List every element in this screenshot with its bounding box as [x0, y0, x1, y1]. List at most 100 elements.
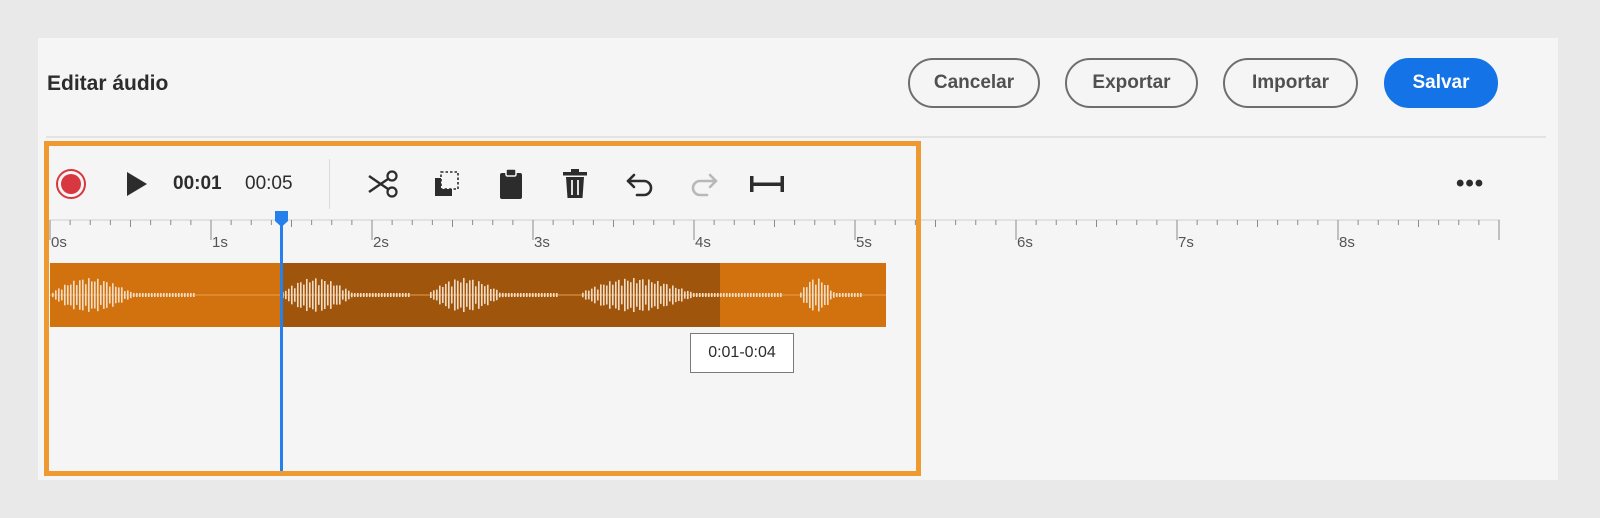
- waveform-bar: [387, 293, 389, 297]
- playhead-handle[interactable]: [275, 211, 288, 227]
- waveform-bar: [478, 281, 480, 309]
- tick-label: 0s: [51, 234, 67, 251]
- waveform-bar: [324, 281, 326, 309]
- waveform-bar: [64, 284, 66, 306]
- waveform-bar: [827, 285, 829, 305]
- waveform-bar: [466, 283, 468, 307]
- waveform-bar: [633, 277, 635, 313]
- waveform-bar: [315, 278, 317, 312]
- waveform-bar: [645, 285, 647, 305]
- cancel-button[interactable]: Cancelar: [908, 58, 1040, 108]
- record-icon: [56, 169, 86, 199]
- export-button[interactable]: Exportar: [1065, 58, 1198, 108]
- play-button[interactable]: [118, 166, 154, 202]
- waveform-bar: [753, 293, 755, 297]
- fit-width-button[interactable]: [749, 166, 785, 202]
- audio-track[interactable]: [50, 263, 886, 327]
- waveform-bar: [699, 293, 701, 297]
- waveform-bar: [148, 293, 150, 297]
- waveform-bar: [384, 293, 386, 297]
- playhead[interactable]: [280, 211, 283, 473]
- waveform-bar: [381, 293, 383, 297]
- waveform-bar: [830, 290, 832, 300]
- import-button[interactable]: Importar: [1223, 58, 1358, 108]
- current-time: 00:01: [173, 173, 222, 194]
- waveform-bar: [396, 293, 398, 297]
- waveform-bar: [73, 280, 75, 310]
- undo-button[interactable]: [622, 166, 658, 202]
- waveform-bar: [484, 286, 486, 304]
- waveform-bar: [172, 293, 174, 297]
- waveform-bar: [702, 293, 704, 297]
- waveform-bar: [738, 293, 740, 297]
- waveform-bar: [490, 289, 492, 301]
- waveform-bar: [639, 279, 641, 311]
- waveform-bar: [475, 286, 477, 304]
- waveform-bar: [765, 293, 767, 297]
- delete-icon: [563, 169, 587, 198]
- waveform-bar: [109, 286, 111, 304]
- waveform-bar: [88, 278, 90, 312]
- paste-button[interactable]: [493, 166, 529, 202]
- waveform-bar: [860, 293, 862, 297]
- waveform-bar: [91, 281, 93, 309]
- audio-editor-panel: Editar áudio Cancelar Exportar Importar …: [38, 38, 1558, 480]
- waveform-bar: [360, 293, 362, 297]
- redo-button[interactable]: [686, 166, 722, 202]
- waveform-bar: [651, 282, 653, 308]
- waveform-bar: [55, 290, 57, 300]
- copy-button[interactable]: [429, 166, 465, 202]
- waveform-bar: [160, 293, 162, 297]
- waveform-bar: [535, 293, 537, 297]
- tick-label: 1s: [212, 234, 228, 251]
- waveform-bar: [723, 293, 725, 297]
- waveform-bar: [833, 292, 835, 298]
- waveform-bar: [660, 286, 662, 304]
- waveform-bar: [460, 282, 462, 308]
- save-button[interactable]: Salvar: [1384, 58, 1498, 108]
- waveform-bar: [588, 290, 590, 300]
- waveform-bar: [630, 282, 632, 308]
- cut-button[interactable]: [365, 166, 401, 202]
- waveform-bar: [157, 293, 159, 297]
- paste-icon: [500, 168, 522, 199]
- waveform-bar: [309, 282, 311, 308]
- waveform-bar: [372, 293, 374, 297]
- waveform-bar: [499, 292, 501, 298]
- waveform-bar: [454, 279, 456, 311]
- waveform-bar: [393, 293, 395, 297]
- more-options-button[interactable]: •••: [1456, 170, 1484, 198]
- waveform-bar: [693, 293, 695, 297]
- waveform-bar: [496, 289, 498, 301]
- waveform-bar: [544, 293, 546, 297]
- waveform-bar: [845, 293, 847, 297]
- waveform-bar: [705, 293, 707, 297]
- tick-label: 5s: [856, 234, 872, 251]
- waveform-bar: [520, 293, 522, 297]
- waveform-bar: [747, 293, 749, 297]
- waveform-bar: [76, 285, 78, 305]
- waveform-bar: [463, 277, 465, 313]
- waveform-bar: [538, 293, 540, 297]
- timeline-ruler[interactable]: [38, 213, 1558, 253]
- waveform-bar: [690, 291, 692, 299]
- record-button[interactable]: [53, 166, 89, 202]
- waveform-bar: [553, 293, 555, 297]
- waveform-bar: [532, 293, 534, 297]
- waveform-bar: [193, 293, 195, 297]
- copy-icon: [435, 171, 459, 196]
- waveform-bar: [357, 293, 359, 297]
- waveform-bar: [672, 285, 674, 305]
- waveform-bar: [451, 286, 453, 304]
- waveform-bar: [306, 278, 308, 312]
- waveform-bar: [729, 293, 731, 297]
- waveform-bar: [336, 285, 338, 305]
- waveform-bar: [139, 293, 141, 297]
- waveform-bar: [430, 291, 432, 299]
- cut-icon: [368, 170, 398, 198]
- waveform-bar: [812, 279, 814, 311]
- waveform-bar: [582, 292, 584, 298]
- waveform-bar: [523, 293, 525, 297]
- waveform-bar: [178, 293, 180, 297]
- delete-button[interactable]: [557, 166, 593, 202]
